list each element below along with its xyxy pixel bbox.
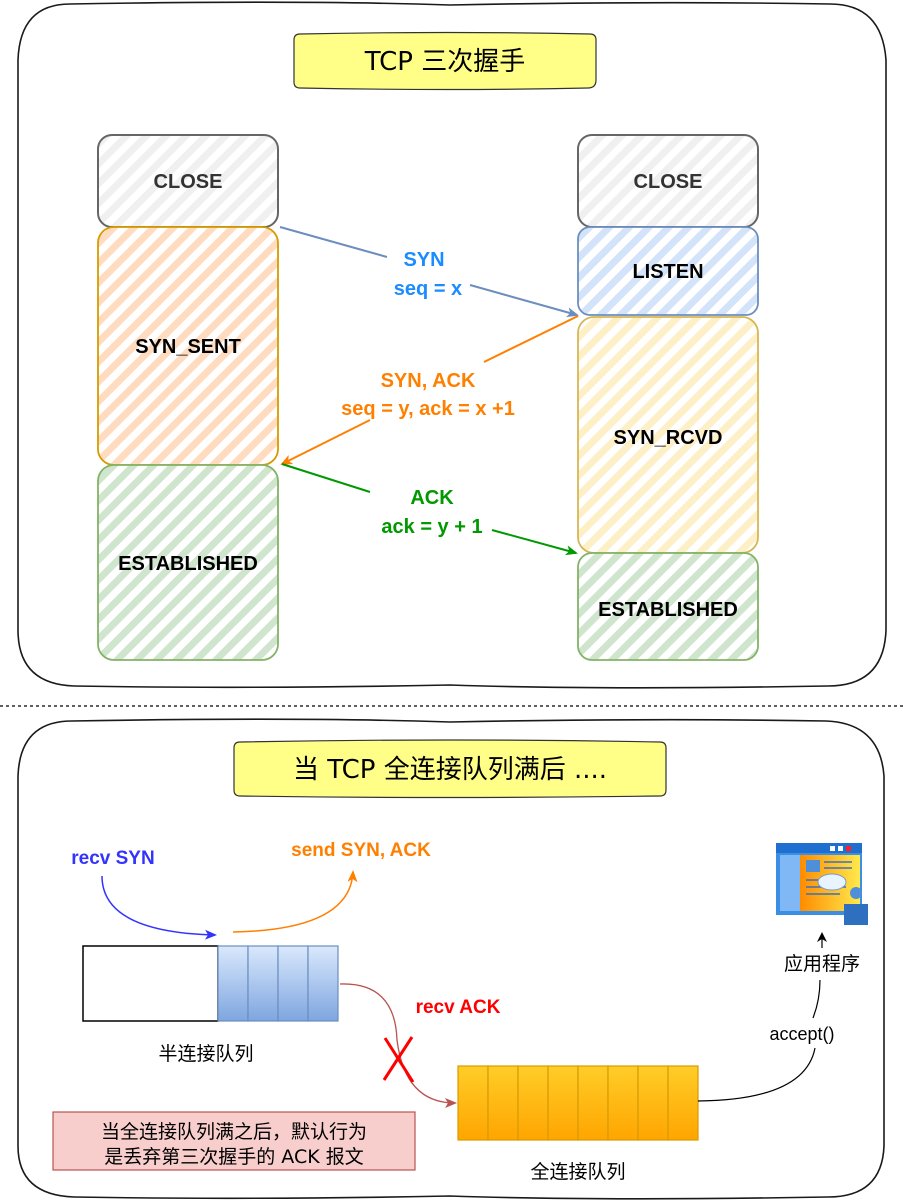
ack-value-label: ack = y + 1 [381, 516, 482, 538]
ack-arrow [281, 463, 371, 493]
client-state-established: ESTABLISHED [97, 464, 279, 661]
full-queue-slot [667, 1065, 699, 1141]
full-queue-slot [637, 1065, 669, 1141]
half-queue-slot [247, 945, 279, 1022]
server-state-close-label: CLOSE [634, 171, 703, 193]
server-state-close: CLOSE [577, 134, 759, 228]
server-state-established: ESTABLISHED [577, 552, 759, 661]
top-title: TCP 三次握手 [364, 47, 525, 77]
server-state-listen-label: LISTEN [632, 261, 703, 283]
client-state-syn-sent: SYN_SENT [97, 226, 279, 466]
recv-syn-arrow [101, 875, 217, 940]
top-title-box: TCP 三次握手 [293, 31, 597, 91]
recv-syn-label: recv SYN [71, 848, 154, 869]
half-queue-slot [217, 945, 249, 1022]
full-connection-queue [457, 1065, 699, 1141]
full-queue-slot [607, 1065, 639, 1141]
half-queue-slot [307, 945, 339, 1022]
synack-seq-label: seq = y, ack = x +1 [341, 398, 515, 420]
dropped-x-icon [382, 1036, 415, 1083]
synack-arrow [280, 419, 371, 465]
full-queue-slot [577, 1065, 609, 1141]
recv-ack-label: recv ACK [416, 997, 501, 1018]
app-label: 应用程序 [784, 953, 860, 975]
half-connection-queue [82, 945, 339, 1022]
ack-label: ACK [410, 487, 454, 509]
client-state-close: CLOSE [97, 134, 279, 228]
syn-arrow-tail [469, 284, 579, 318]
client-state-syn-sent-label: SYN_SENT [135, 336, 241, 358]
client-state-close-label: CLOSE [154, 171, 223, 193]
server-state-established-label: ESTABLISHED [598, 599, 738, 621]
client-state-established-label: ESTABLISHED [118, 553, 258, 575]
synack-arrow-head [483, 315, 579, 363]
bottom-title: 当 TCP 全连接队列满后 .... [293, 755, 607, 785]
full-queue-slot [457, 1065, 489, 1141]
half-queue-slots [217, 945, 339, 1022]
half-queue-label: 半连接队列 [158, 1043, 253, 1065]
synack-message: SYN, ACK seq = y, ack = x +1 [280, 315, 579, 465]
syn-seq-label: seq = x [394, 278, 462, 300]
half-queue-empty-area [82, 945, 219, 1022]
send-synack-arrow [232, 870, 358, 933]
note-line-1: 当全连接队列满之后，默认行为 [101, 1121, 367, 1143]
server-state-syn-rcvd-label: SYN_RCVD [614, 427, 723, 449]
drop-ack-note: 当全连接队列满之后，默认行为 是丢弃第三次握手的 ACK 报文 [52, 1111, 416, 1171]
server-state-syn-rcvd: SYN_RCVD [577, 316, 759, 554]
application-icon [776, 843, 868, 925]
syn-message: SYN seq = x [279, 226, 579, 318]
bottom-title-box: 当 TCP 全连接队列满后 .... [233, 739, 667, 799]
ack-message: ACK ack = y + 1 [281, 463, 578, 556]
full-queue-slot [487, 1065, 519, 1141]
syn-label: SYN [403, 249, 444, 271]
ack-arrow-tail [491, 529, 578, 556]
syn-arrow [279, 226, 388, 258]
full-queue-label: 全连接队列 [530, 1161, 625, 1183]
full-queue-slot [547, 1065, 579, 1141]
accept-label: accept() [769, 1024, 834, 1044]
half-queue-slot [277, 945, 309, 1022]
tcp-diagram-canvas: TCP 三次握手 CLOSE SYN_SENT ESTABLISHED CLOS… [0, 1, 903, 1200]
server-state-listen: LISTEN [577, 226, 759, 316]
synack-label: SYN, ACK [381, 370, 476, 392]
accept-to-app-line [812, 979, 821, 1019]
accept-arrow [697, 1047, 816, 1102]
note-line-2: 是丢弃第三次握手的 ACK 报文 [104, 1146, 363, 1168]
send-synack-label: send SYN, ACK [291, 840, 431, 861]
full-queue-slot [517, 1065, 549, 1141]
